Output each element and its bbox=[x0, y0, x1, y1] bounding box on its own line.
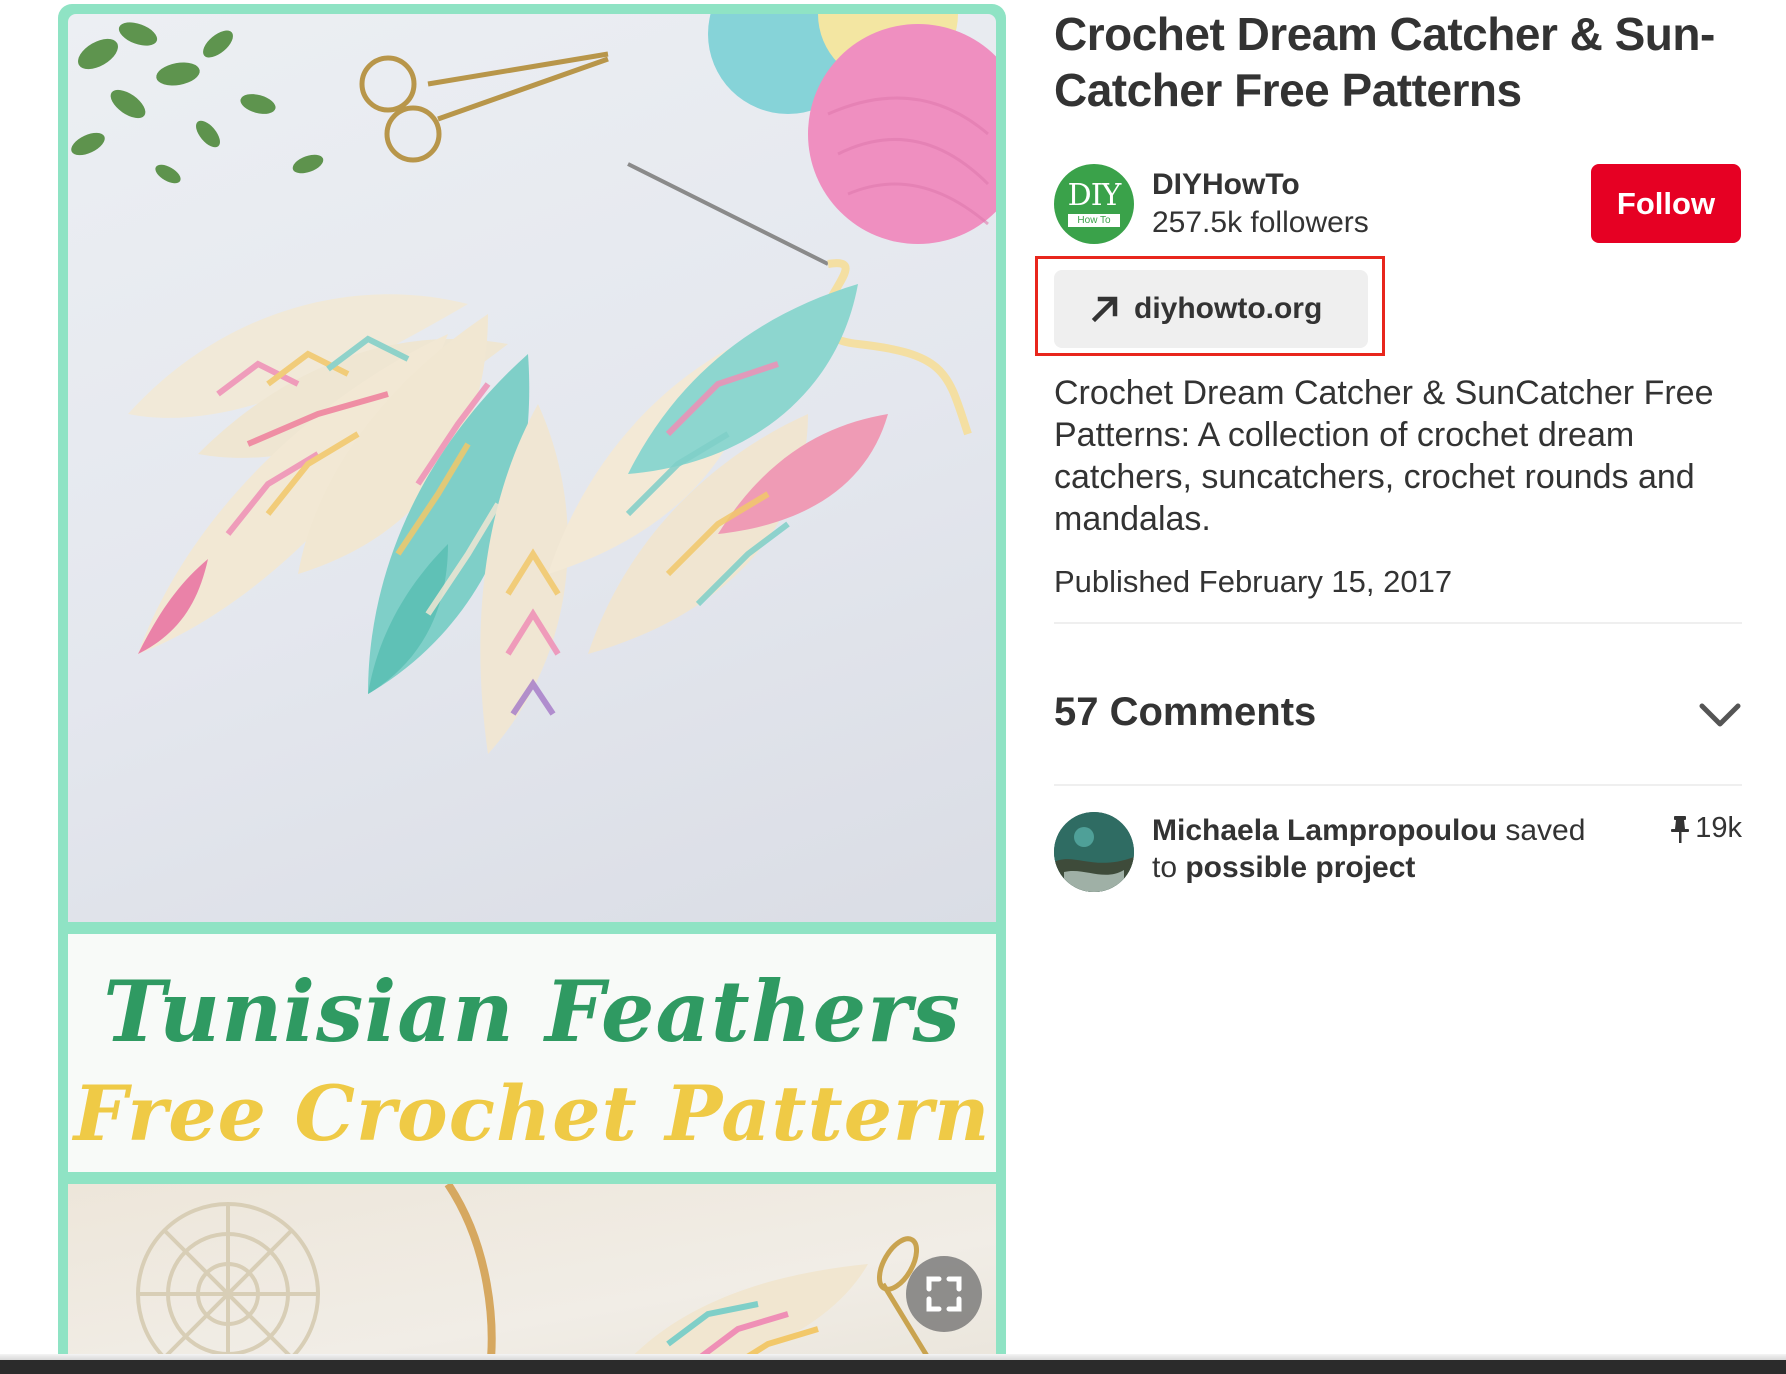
expand-icon bbox=[926, 1276, 962, 1312]
creator-followers: 257.5k followers bbox=[1152, 206, 1369, 239]
pin-closeup-page: Tunisian Feathers Free Crochet Pattern C… bbox=[0, 0, 1786, 1374]
activity-user-name[interactable]: Michaela Lampropoulou bbox=[1152, 814, 1497, 847]
window-bottom-bar bbox=[0, 1360, 1786, 1374]
pin-image-subheadline: Free Crochet Pattern bbox=[73, 1069, 991, 1158]
comments-toggle[interactable]: 57 Comments bbox=[1054, 690, 1742, 742]
activity-text: Michaela Lampropoulou saved to possible … bbox=[1152, 812, 1612, 886]
source-link-button[interactable]: diyhowto.org bbox=[1054, 270, 1368, 348]
pin-description: Crochet Dream Catcher & SunCatcher Free … bbox=[1054, 374, 1714, 538]
published-date: Published February 15, 2017 bbox=[1054, 564, 1453, 599]
creator-name[interactable]: DIYHowTo bbox=[1152, 168, 1300, 202]
activity-preposition: to bbox=[1152, 851, 1186, 884]
follow-button[interactable]: Follow bbox=[1591, 164, 1741, 243]
arrow-up-right-icon bbox=[1090, 294, 1120, 324]
comments-title: 57 Comments bbox=[1054, 690, 1317, 734]
divider bbox=[1054, 622, 1742, 624]
save-count-value: 19k bbox=[1695, 812, 1742, 844]
pin-image-headline: Tunisian Feathers bbox=[103, 962, 961, 1061]
dreamcatcher-photo bbox=[68, 1184, 996, 1374]
pin-image[interactable]: Tunisian Feathers Free Crochet Pattern bbox=[58, 4, 1006, 1374]
save-count: 19k bbox=[1669, 812, 1742, 845]
dreamcatcher-illustration bbox=[136, 1184, 941, 1374]
divider bbox=[1054, 784, 1742, 786]
activity-user-avatar[interactable] bbox=[1054, 812, 1134, 892]
feathers-photo bbox=[68, 14, 996, 922]
creator-avatar[interactable]: DIY How To bbox=[1054, 164, 1134, 244]
pin-icon bbox=[1671, 815, 1690, 843]
activity-board-name[interactable]: possible project bbox=[1185, 851, 1415, 884]
source-link-label: diyhowto.org bbox=[1134, 292, 1323, 325]
pin-title: Crochet Dream Catcher & Sun-Catcher Free… bbox=[1054, 8, 1715, 116]
activity-action: saved bbox=[1497, 814, 1586, 847]
pin-image-title-panel: Tunisian Feathers Free Crochet Pattern bbox=[68, 934, 996, 1172]
creator-avatar-logo-text: DIY bbox=[1067, 178, 1122, 213]
chevron-down-icon bbox=[1699, 703, 1741, 727]
feathers-illustration bbox=[71, 14, 996, 754]
expand-image-button[interactable] bbox=[906, 1256, 982, 1332]
creator-avatar-logo-subtext: How To bbox=[1068, 214, 1120, 227]
